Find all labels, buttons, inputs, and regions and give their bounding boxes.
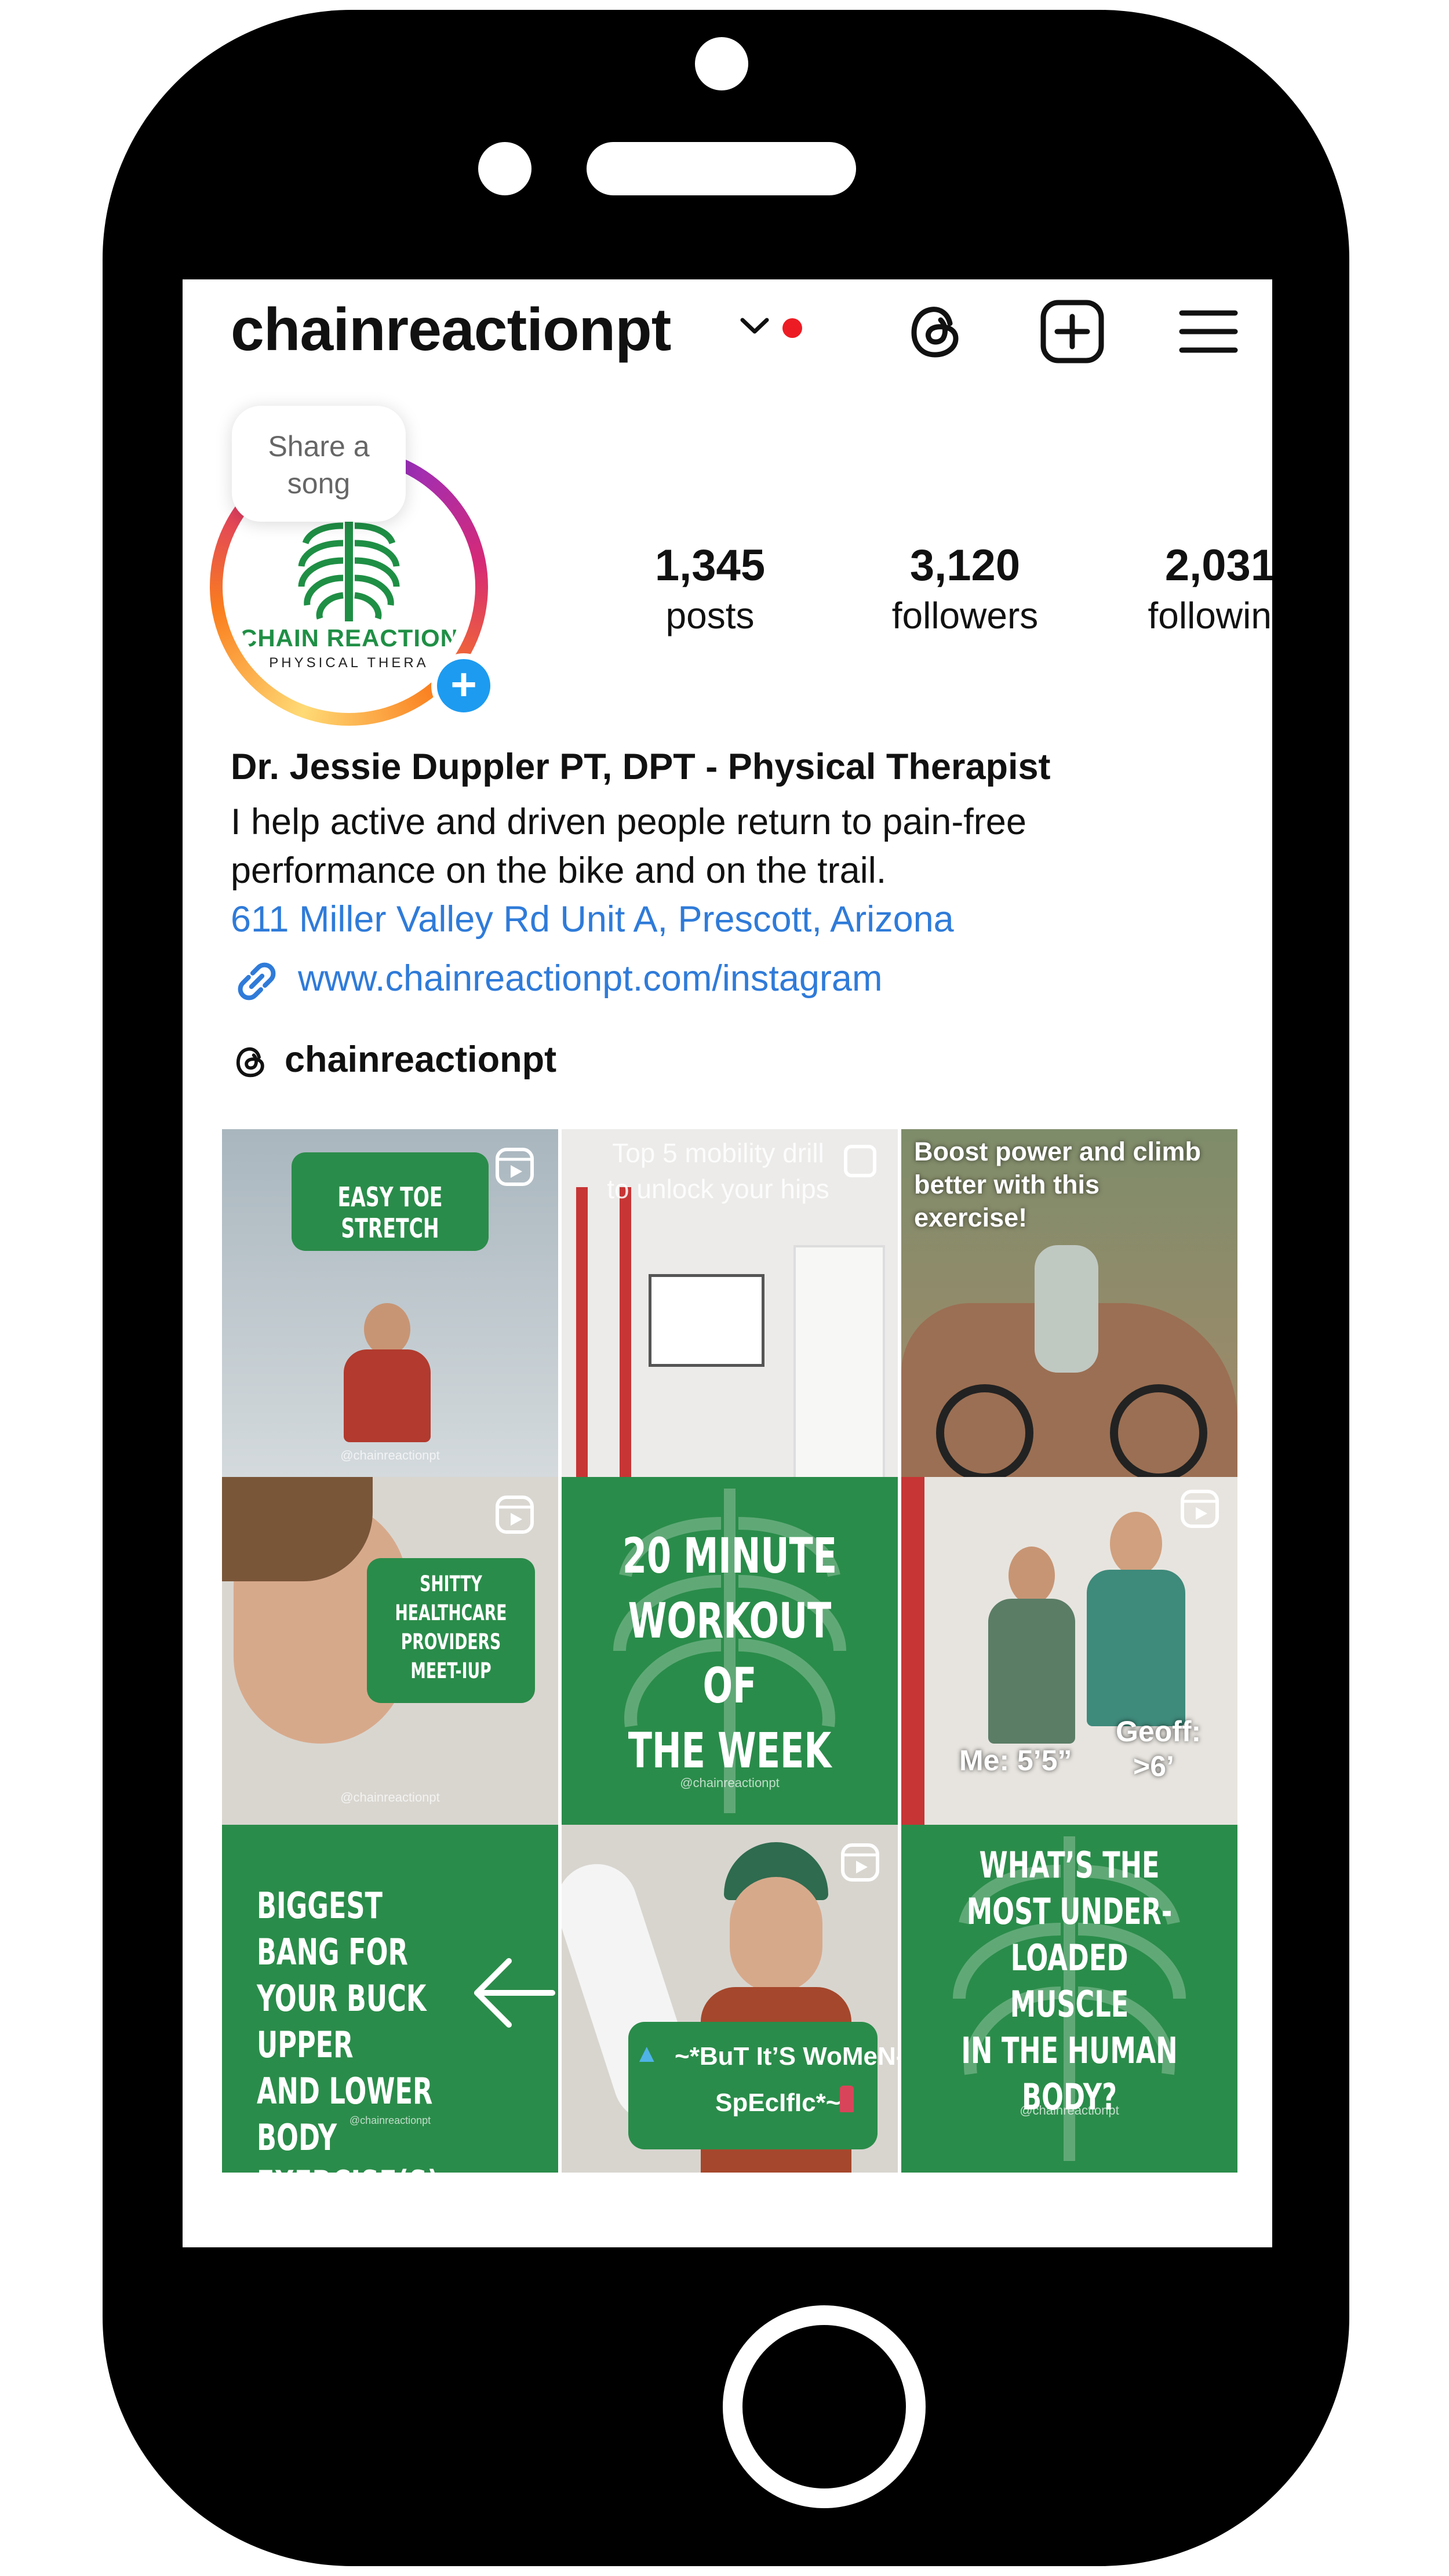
- post-photo-door: [793, 1245, 885, 1477]
- username-title[interactable]: chainreactionpt: [231, 296, 671, 365]
- post-handle: @chainreactionpt: [349, 2115, 431, 2126]
- chevron-down-icon[interactable]: [739, 314, 770, 337]
- notification-dot: [782, 318, 802, 338]
- website-url: www.chainreactionpt.com/instagram: [298, 958, 883, 999]
- share-song-bubble[interactable]: Share a song: [232, 406, 406, 522]
- post-tile[interactable]: Me: 5’5” Geoff: >6’: [901, 1477, 1237, 1825]
- post-tile[interactable]: 20 MINUTE WORKOUT OF THE WEEK @chainreac…: [562, 1477, 898, 1825]
- post-handle: @chainreactionpt: [340, 1448, 440, 1462]
- reel-icon: [841, 1843, 879, 1882]
- profile-name: Dr. Jessie Duppler PT, DPT - Physical Th…: [231, 747, 1051, 787]
- posts-grid: EASY TOE STRETCH @chainreactionpt Top 5 …: [222, 1129, 1237, 2175]
- threads-handle: chainreactionpt: [285, 1039, 557, 1080]
- post-overlay-text: Top 5 mobility drill to unlock your hips: [607, 1138, 829, 1204]
- post-photo-person: [344, 1303, 431, 1442]
- post-overlay-text: EASY TOE STRETCH: [337, 1181, 443, 1244]
- stat-followers[interactable]: 3,120 followers: [861, 540, 1069, 637]
- stat-posts[interactable]: 1,345 posts: [606, 540, 814, 637]
- arrow-left-icon: [474, 1958, 555, 2028]
- home-button[interactable]: [723, 2305, 926, 2508]
- following-label: following: [1148, 595, 1272, 636]
- post-overlay-text: BIGGEST BANG FOR YOUR BUCK UPPER AND LOW…: [257, 1884, 439, 2173]
- post-tile[interactable]: BIGGEST BANG FOR YOUR BUCK UPPER AND LOW…: [222, 1825, 558, 2173]
- post-overlay-text: 20 MINUTE WORKOUT OF THE WEEK: [622, 1527, 838, 1779]
- threads-icon: [236, 1047, 264, 1078]
- front-camera: [695, 37, 748, 90]
- post-tile[interactable]: EASY TOE STRETCH @chainreactionpt: [222, 1129, 558, 1477]
- carousel-icon: [844, 1145, 876, 1177]
- post-handle: @chainreactionpt: [340, 1790, 440, 1804]
- posts-count: 1,345: [654, 541, 766, 590]
- post-tile[interactable]: SHITTY HEALTHCARE PROVIDERS MEET-IUP @ch…: [222, 1477, 558, 1825]
- lipstick-emoji-icon: [840, 2086, 854, 2112]
- post-photo-rider: [1035, 1245, 1098, 1373]
- following-count: 2,031: [1164, 541, 1272, 590]
- link-icon: [238, 962, 276, 1000]
- add-story-button[interactable]: +: [431, 653, 496, 718]
- post-tile[interactable]: ~*BuT It’S WoMeN- SpEcIfIc*~ ▲: [562, 1825, 898, 2173]
- followers-count: 3,120: [909, 541, 1021, 590]
- bio-line-1: I help active and driven people return t…: [231, 802, 1026, 842]
- followers-label: followers: [891, 595, 1039, 636]
- posts-label: posts: [665, 595, 755, 636]
- reel-icon: [496, 1148, 534, 1186]
- bio-line-2: performance on the bike and on the trail…: [231, 850, 887, 891]
- reel-icon: [496, 1496, 534, 1534]
- address-link[interactable]: 611 Miller Valley Rd Unit A, Prescott, A…: [231, 898, 954, 940]
- reel-icon: [1181, 1490, 1219, 1528]
- threads-icon[interactable]: [901, 297, 971, 366]
- dress-emoji-icon: ▲: [634, 2039, 660, 2068]
- post-overlay-text: WHAT’S THE MOST UNDER- LOADED MUSCLE IN …: [961, 1844, 1178, 2118]
- instagram-profile-screen: chainreactionpt CHAIN REACTION PHYSICAL …: [183, 279, 1272, 2247]
- logo-wordmark: CHAIN REACTION: [239, 624, 458, 652]
- proximity-sensor: [478, 142, 531, 195]
- stat-following[interactable]: 2,031 following: [1116, 540, 1272, 637]
- post-photo-bike: [936, 1373, 1207, 1477]
- post-handle: @chainreactionpt: [680, 1775, 780, 1790]
- new-post-icon[interactable]: [1037, 297, 1107, 366]
- post-tile[interactable]: Boost power and climb better with this e…: [901, 1129, 1237, 1477]
- menu-icon[interactable]: [1174, 297, 1243, 366]
- post-tile[interactable]: Top 5 mobility drill to unlock your hips: [562, 1129, 898, 1477]
- earpiece-speaker: [587, 142, 856, 195]
- logo-tagline: PHYSICAL THERA: [269, 655, 429, 671]
- post-photo-whiteboard: [649, 1274, 764, 1367]
- post-overlay-text: SHITTY HEALTHCARE PROVIDERS MEET-IUP: [395, 1571, 507, 1683]
- post-overlay-text: Me: 5’5” Geoff: >6’: [959, 1715, 1202, 1782]
- post-overlay-text: Boost power and climb better with this e…: [914, 1137, 1202, 1232]
- post-tile[interactable]: WHAT’S THE MOST UNDER- LOADED MUSCLE IN …: [901, 1825, 1237, 2173]
- post-handle: @chainreactionpt: [1020, 2103, 1119, 2117]
- top-bar: chainreactionpt: [183, 279, 1272, 372]
